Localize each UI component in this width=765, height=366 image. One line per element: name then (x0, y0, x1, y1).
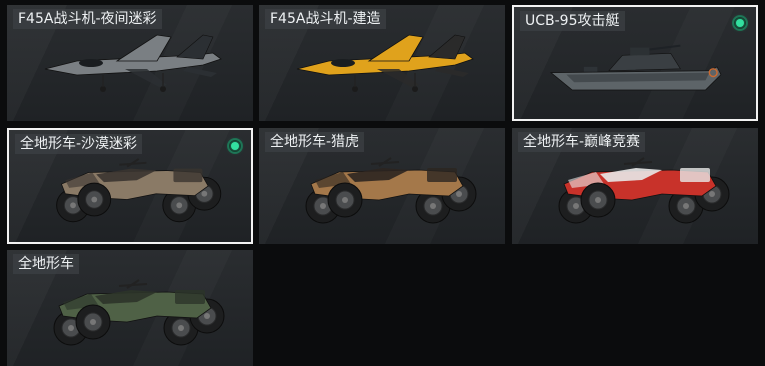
vehicle-card-f45a-construction[interactable]: F45A战斗机-建造 (259, 5, 505, 121)
vehicle-name: 全地形车-沙漠迷彩 (15, 134, 143, 154)
vehicle-card-atv-tiger[interactable]: 全地形车-猎虎 (259, 128, 505, 244)
equipped-indicator-icon (227, 138, 243, 154)
vehicle-name: F45A战斗机-夜间迷彩 (13, 9, 162, 29)
vehicle-name: 全地形车 (13, 254, 79, 274)
vehicle-card-atv-race[interactable]: 全地形车-巅峰竞赛 (512, 128, 758, 244)
equipped-indicator-icon (732, 15, 748, 31)
vehicle-card-ucb95-boat[interactable]: UCB-95攻击艇 (512, 5, 758, 121)
vehicle-card-f45a-night-camo[interactable]: F45A战斗机-夜间迷彩 (7, 5, 253, 121)
vehicle-name: 全地形车-巅峰竞赛 (518, 132, 646, 152)
vehicle-card-atv-default[interactable]: 全地形车 (7, 250, 253, 366)
vehicle-name: F45A战斗机-建造 (265, 9, 386, 29)
vehicle-name: UCB-95攻击艇 (520, 11, 625, 31)
vehicle-name: 全地形车-猎虎 (265, 132, 365, 152)
vehicle-card-atv-desert-camo[interactable]: 全地形车-沙漠迷彩 (7, 128, 253, 244)
